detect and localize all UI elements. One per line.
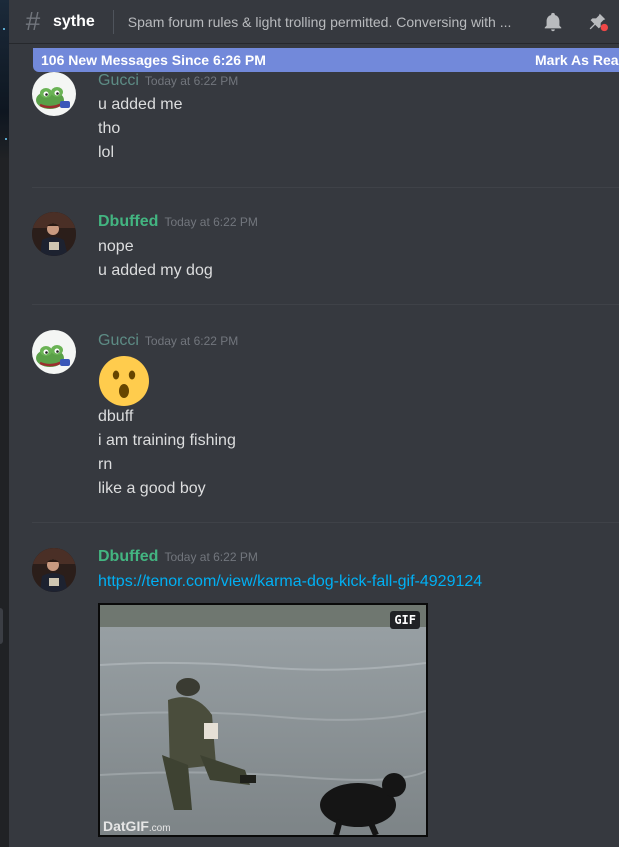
message-timestamp: Today at 6:22 PM xyxy=(164,215,258,229)
message-author[interactable]: Dbuffed Today at 6:22 PM xyxy=(98,213,258,231)
star-decoration xyxy=(3,28,5,30)
gif-badge: GIF xyxy=(390,611,420,629)
hash-icon: # xyxy=(25,6,41,36)
mark-as-read-button[interactable]: Mark As Read xyxy=(535,52,619,68)
new-messages-label: 106 New Messages Since 6:26 PM xyxy=(41,52,266,68)
pepe-avatar-icon xyxy=(36,87,70,109)
header-divider xyxy=(112,9,114,34)
person-avatar-icon xyxy=(32,212,76,256)
avatar[interactable] xyxy=(32,212,76,256)
message-timestamp: Today at 6:22 PM xyxy=(144,74,239,88)
pepe-avatar-icon xyxy=(36,345,70,367)
message-timestamp: Today at 6:22 PM xyxy=(144,334,239,348)
avatar[interactable] xyxy=(32,548,76,592)
message-line: dbuff xyxy=(98,408,134,425)
message-author[interactable]: Gucci Today at 6:22 PM xyxy=(98,72,238,90)
channel-name: sythe xyxy=(53,12,95,30)
message-timestamp: Today at 6:22 PM xyxy=(164,550,258,564)
message-author[interactable]: Dbuffed Today at 6:22 PM xyxy=(98,548,258,566)
avatar[interactable] xyxy=(32,330,76,374)
channel-header: # sythe Spam forum rules & light trollin… xyxy=(9,0,619,44)
message-line: tho xyxy=(98,120,121,137)
pin-icon[interactable] xyxy=(586,11,608,33)
message-link[interactable]: https://tenor.com/view/karma-dog-kick-fa… xyxy=(98,573,482,591)
author-name[interactable]: Dbuffed xyxy=(98,213,158,230)
bell-icon[interactable] xyxy=(542,11,564,33)
message-divider xyxy=(32,304,619,305)
server-icon-partial[interactable] xyxy=(0,0,9,160)
message-line: u added my dog xyxy=(98,262,213,279)
channel-topic[interactable]: Spam forum rules & light trolling permit… xyxy=(128,14,528,30)
gif-watermark: DatGIF.com xyxy=(103,818,171,834)
new-messages-bar[interactable]: 106 New Messages Since 6:26 PM Mark As R… xyxy=(33,48,619,72)
avatar[interactable] xyxy=(32,72,76,116)
message-line: u added me xyxy=(98,96,183,113)
author-name[interactable]: Gucci xyxy=(98,332,139,349)
message-line: i am training fishing xyxy=(98,432,236,449)
open-mouth-emoji-icon[interactable] xyxy=(98,355,150,407)
message-divider xyxy=(32,187,619,188)
message-line: like a good boy xyxy=(98,480,206,497)
message-line: lol xyxy=(98,144,115,161)
message-line: nope xyxy=(98,238,134,255)
author-name[interactable]: Gucci xyxy=(98,72,139,89)
person-avatar-icon xyxy=(32,548,76,592)
server-list-edge xyxy=(0,0,9,847)
message-line: rn xyxy=(98,456,113,473)
watermark-suffix: .com xyxy=(148,823,171,834)
scroll-indicator xyxy=(0,608,3,644)
message-divider xyxy=(32,522,619,523)
message-author[interactable]: Gucci Today at 6:22 PM xyxy=(98,332,238,350)
star-decoration xyxy=(5,138,7,140)
gif-embed[interactable]: GIF DatGIF.com xyxy=(98,603,428,837)
author-name[interactable]: Dbuffed xyxy=(98,548,158,565)
gif-scene-image xyxy=(100,605,426,835)
watermark-text: DatGIF xyxy=(103,818,149,834)
